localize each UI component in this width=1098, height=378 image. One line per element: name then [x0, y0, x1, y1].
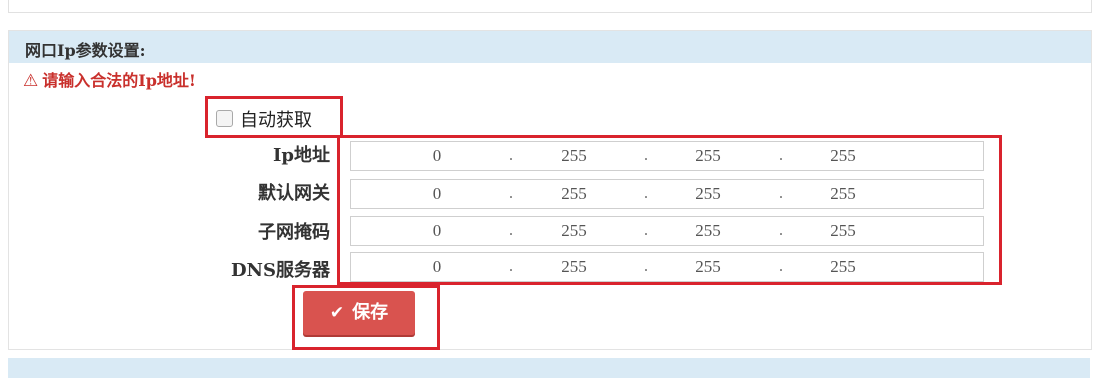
separator: .	[643, 145, 649, 164]
octet-3[interactable]: 255	[678, 221, 738, 241]
octet-1[interactable]: 0	[407, 146, 467, 166]
panel-title: 网口Ip参数设置:	[25, 41, 146, 60]
subnet-mask-label: 子网掩码	[258, 222, 330, 243]
separator: .	[778, 145, 784, 164]
separator: .	[643, 220, 649, 239]
dns-server-label: DNS服务器	[230, 260, 330, 281]
octet-2[interactable]: 255	[544, 146, 604, 166]
octet-3[interactable]: 255	[678, 184, 738, 204]
auto-obtain-checkbox[interactable]	[216, 110, 233, 127]
octet-2[interactable]: 255	[544, 221, 604, 241]
octet-4[interactable]: 255	[813, 146, 873, 166]
octet-4[interactable]: 255	[813, 184, 873, 204]
dns-server-input[interactable]: 0 . 255 . 255 . 255	[350, 252, 984, 282]
check-icon: ✔	[329, 303, 345, 323]
separator: .	[778, 220, 784, 239]
separator: .	[508, 256, 514, 275]
octet-2[interactable]: 255	[544, 184, 604, 204]
octet-4[interactable]: 255	[813, 257, 873, 277]
subnet-mask-input[interactable]: 0 . 255 . 255 . 255	[350, 216, 984, 246]
save-button[interactable]: ✔ 保存	[303, 291, 415, 335]
auto-obtain-label[interactable]: 自动获取	[240, 106, 312, 132]
separator: .	[643, 183, 649, 202]
panel-header: 网口Ip参数设置:	[9, 31, 1091, 63]
octet-3[interactable]: 255	[678, 146, 738, 166]
separator: .	[508, 145, 514, 164]
separator: .	[778, 183, 784, 202]
octet-1[interactable]: 0	[407, 184, 467, 204]
gateway-label: 默认网关	[258, 183, 330, 204]
ip-address-label: Ip地址	[272, 145, 330, 166]
octet-3[interactable]: 255	[678, 257, 738, 277]
ip-address-input[interactable]: 0 . 255 . 255 . 255	[350, 141, 984, 171]
octet-1[interactable]: 0	[407, 221, 467, 241]
next-panel-header	[8, 358, 1090, 378]
separator: .	[508, 183, 514, 202]
separator: .	[778, 256, 784, 275]
warning-message: ⚠ 请输入合法的Ip地址!	[23, 69, 196, 93]
octet-4[interactable]: 255	[813, 221, 873, 241]
save-label: 保存	[352, 302, 389, 323]
octet-2[interactable]: 255	[544, 257, 604, 277]
separator: .	[643, 256, 649, 275]
separator: .	[508, 220, 514, 239]
warning-text: 请输入合法的Ip地址!	[42, 71, 196, 90]
octet-1[interactable]: 0	[407, 257, 467, 277]
top-panel	[8, 0, 1092, 13]
gateway-input[interactable]: 0 . 255 . 255 . 255	[350, 179, 984, 209]
warning-triangle-icon: ⚠	[23, 71, 39, 91]
